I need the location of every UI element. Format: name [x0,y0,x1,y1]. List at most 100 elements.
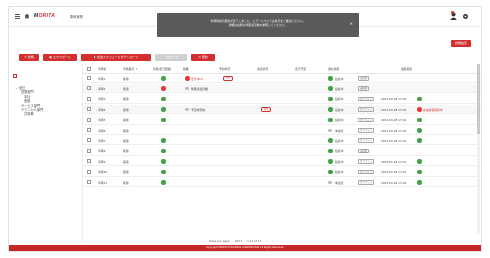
connection-label: 接続中 [335,170,344,175]
row-checkbox[interactable] [87,128,91,132]
vertical-scrollbar[interactable] [477,64,480,234]
tree-select-checkbox[interactable] [13,74,17,78]
table-row[interactable]: 車両4 乗用 予定未登録 2件 接続中 オフライン 2023-03-28 17:04 充電情報… [83,105,481,115]
bulk-lock-button[interactable]: 一括ロック [155,54,187,61]
scrollbar-thumb[interactable] [477,64,480,134]
org-tree-panel: ⌄ 全社 営業部門 本社 東部 サービス部門 テクニカル部門 共有車 [9,64,83,242]
vehicle-type: 乗用 [123,138,129,143]
row-checkbox[interactable] [87,159,91,164]
status-indicator [161,76,166,81]
sync-indicator [417,159,422,164]
sync-indicator [417,128,422,133]
vehicle-name[interactable]: 車両9 [98,160,105,164]
connection-indicator [328,180,332,184]
next-page-button[interactable]: › [272,239,273,243]
row-checkbox[interactable] [87,169,91,174]
schedule-download-button[interactable]: ⬇ 充電スケジュールダウンロード [81,54,151,61]
hamburger-icon[interactable] [15,14,20,19]
home-icon[interactable] [24,13,30,19]
row-checkbox[interactable] [87,117,91,122]
table-row[interactable]: 車両2 乗用 整備点検待機 接続中 未取得 [83,84,481,94]
status-indicator [161,138,166,143]
column-header[interactable]: 稼働 [183,67,189,71]
row-checkbox[interactable] [87,180,91,184]
table-row[interactable]: 車両9 乗用 接続中 オフライン 2023-03-28 17:04 [83,157,481,167]
connection-label: 接続中 [335,97,344,102]
vehicle-name[interactable]: 車両6 [98,129,105,133]
table-row[interactable]: 車両7 乗用 接続中 オフライン 2023-03-28 17:04 [83,136,481,146]
table-row[interactable]: 車両11 乗用 未接続 オフライン 2023-03-28 17:04 [83,178,481,187]
connection-indicator [328,128,332,132]
tree-node[interactable]: 共有車 [15,112,79,116]
vehicle-type: 乗用 [123,170,129,175]
org-tree: ⌄ 全社 営業部門 本社 東部 サービス部門 テクニカル部門 共有車 [15,86,79,117]
footer: Copyright MORITA HOLDINGS CORPORATION Al… [9,245,481,251]
connection-label: 接続中 [335,107,344,112]
column-header[interactable]: 承認状況 [257,67,268,71]
sync-indicator [417,107,422,112]
close-icon[interactable]: × [350,22,353,26]
comm-status-tag: オフライン [358,159,374,164]
table-header: 車両名 車両番号 ↑ 状態/走行距離 稼働 予約状況 承認状況 走行予定 通信状… [83,64,481,74]
approval-badge[interactable]: 2件 [261,107,271,112]
row-checkbox[interactable] [87,138,91,143]
vehicle-type: 乗用 [123,159,129,164]
table-row[interactable]: 車両6 乗用 未接続 オフライン 2023-03-28 17:04 [83,126,481,135]
vehicle-name[interactable]: 車両4 [98,108,105,112]
operation-indicator [185,76,190,81]
vehicle-name[interactable]: 車両3 [98,97,105,101]
row-checkbox[interactable] [87,86,91,91]
last-updated: 2023-03-28 17:04 [381,128,407,133]
sync-indicator [417,117,422,123]
sync-indicator [417,169,422,175]
connection-label: 接続中 [335,118,344,123]
table-row[interactable]: 車両3 乗用 接続中 オフライン 2023-03-28 17:04 [83,95,481,104]
connection-indicator [328,148,333,154]
vehicle-name[interactable]: 車両5 [98,118,105,122]
column-header[interactable]: 車両名 [98,67,106,71]
brand-logo: MORITA [34,13,56,19]
row-checkbox[interactable] [87,96,91,101]
comm-status-tag: オフライン [358,96,374,102]
gear-icon[interactable] [462,13,469,20]
last-updated: 2023-03-28 17:04 [381,97,407,102]
table-row[interactable]: 車両1 乗用 走行中(2) 1件 接続中 未取得 [83,74,481,83]
table-row[interactable]: 車両10 乗用 接続中 オフライン 2023-03-28 17:04 [83,168,481,177]
select-all-checkbox[interactable] [87,67,91,71]
rows-per-page-label: Rows per page [209,239,230,243]
connection-label: 接続中 [335,138,344,143]
column-header[interactable]: 予約状況 [219,67,230,71]
row-checkbox[interactable] [87,107,91,112]
app-frame: MORITA 車両管理 車両情報の更新が完了しました。エラーについては各行をご確… [0,0,490,258]
column-header[interactable]: 走行予定 [295,67,306,71]
status-indicator [161,159,166,164]
export-button[interactable]: ▣ エクスポート [43,54,77,61]
prev-page-button[interactable]: ‹ [266,239,267,243]
new-button[interactable]: ✎ 新規 [19,54,39,61]
vehicle-name[interactable]: 車両8 [98,149,105,153]
toast-line-2: 詳細は右側の状態表示欄を参照してください。 [228,23,288,27]
column-header[interactable]: 状態/走行距離 [153,67,171,71]
chevron-down-icon[interactable]: ⌄ [15,86,18,90]
sync-indicator [417,180,422,185]
last-updated: 2023-03-28 17:04 [381,180,407,185]
rows-per-page-select[interactable]: 100 ▾ [235,239,243,243]
settings-button[interactable]: 詳細設定 [451,40,471,47]
column-header[interactable]: 車両番号 ↑ [123,67,137,71]
vehicle-name[interactable]: 車両10 [98,170,107,174]
table-row[interactable]: 車両8 乗用 接続中 未取得 [83,147,481,156]
vehicle-name[interactable]: 車両2 [98,87,105,91]
operation-status: 走行中(2) [191,76,204,81]
vehicle-name[interactable]: 車両7 [98,139,105,143]
reservation-badge[interactable]: 1件 [223,76,233,81]
column-header[interactable]: 通信状態 [328,67,339,71]
table-row[interactable]: 車両5 乗用 接続中 オフライン 2023-03-28 17:04 [83,116,481,125]
vehicle-name[interactable]: 車両11 [98,181,107,185]
row-checkbox[interactable] [87,148,91,153]
connection-indicator [328,96,333,102]
row-checkbox[interactable] [87,76,91,80]
status-indicator [161,148,166,154]
vehicle-name[interactable]: 車両1 [98,77,105,81]
refresh-button[interactable]: ↻ 更新 [191,54,215,61]
column-header[interactable]: 最終更新 [401,67,412,71]
